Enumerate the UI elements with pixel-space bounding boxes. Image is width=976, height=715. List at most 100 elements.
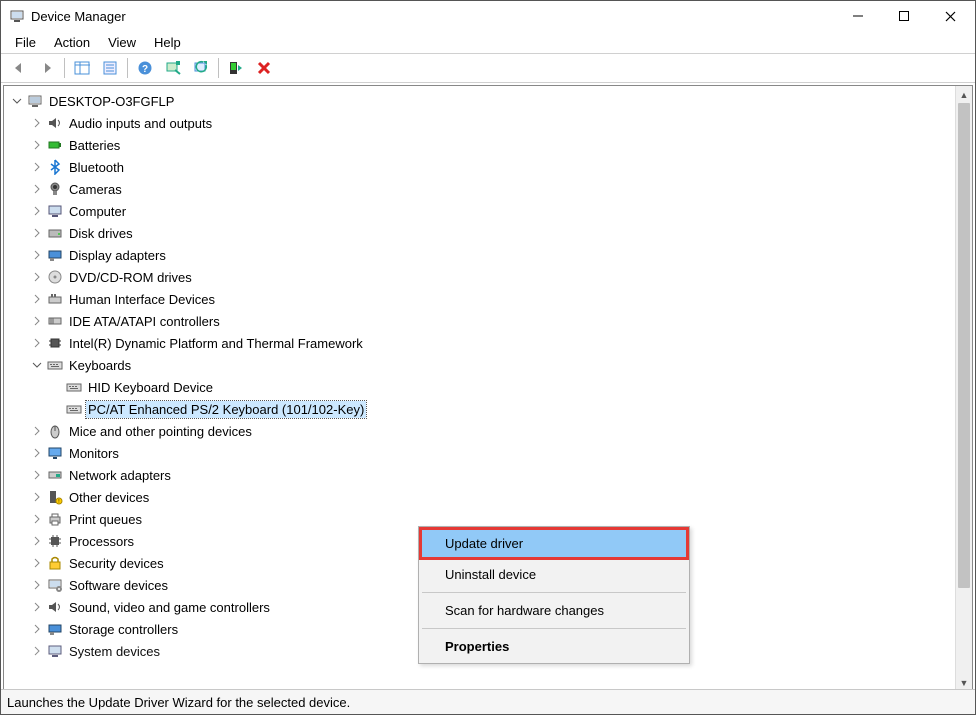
ctx-update-driver[interactable]: Update driver [419, 527, 689, 560]
hid-icon [47, 291, 63, 307]
twisty-collapsed-icon[interactable] [30, 512, 44, 526]
display-adapter-icon [47, 247, 63, 263]
vertical-scrollbar[interactable]: ▲ ▼ [955, 86, 972, 691]
twisty-collapsed-icon[interactable] [30, 226, 44, 240]
tree-item[interactable]: Cameras [6, 178, 970, 200]
properties-button[interactable] [97, 55, 123, 81]
tree-item[interactable]: Audio inputs and outputs [6, 112, 970, 134]
twisty-expanded-icon[interactable] [30, 358, 44, 372]
tree-item-label: Other devices [67, 489, 151, 506]
back-button[interactable] [6, 55, 32, 81]
tree-item[interactable]: Monitors [6, 442, 970, 464]
camera-icon [47, 181, 63, 197]
device-manager-icon [9, 8, 25, 24]
tree-item-label: Audio inputs and outputs [67, 115, 214, 132]
tree-item-label: Human Interface Devices [67, 291, 217, 308]
twisty-collapsed-icon[interactable] [30, 578, 44, 592]
tree-item-keyboards[interactable]: Keyboards [6, 354, 970, 376]
menu-help[interactable]: Help [146, 33, 189, 52]
dvd-icon [47, 269, 63, 285]
twisty-collapsed-icon[interactable] [30, 644, 44, 658]
twisty-collapsed-icon[interactable] [30, 204, 44, 218]
ctx-properties[interactable]: Properties [421, 632, 687, 661]
tree-item-label: Disk drives [67, 225, 135, 242]
bluetooth-icon [47, 159, 63, 175]
tree-item-hid-keyboard[interactable]: HID Keyboard Device [6, 376, 970, 398]
svg-text:!: ! [58, 499, 59, 505]
twisty-collapsed-icon[interactable] [30, 534, 44, 548]
scrollbar-track[interactable] [956, 103, 972, 674]
twisty-collapsed-icon[interactable] [30, 314, 44, 328]
maximize-button[interactable] [881, 1, 927, 31]
twisty-collapsed-icon[interactable] [30, 182, 44, 196]
uninstall-device-button[interactable] [251, 55, 277, 81]
tree-item-label: PC/AT Enhanced PS/2 Keyboard (101/102-Ke… [86, 401, 366, 418]
other-devices-icon: ! [47, 489, 63, 505]
tree-item[interactable]: Display adapters [6, 244, 970, 266]
tree-item-label: Security devices [67, 555, 166, 572]
twisty-expanded-icon[interactable] [10, 94, 24, 108]
tree-item[interactable]: ! Other devices [6, 486, 970, 508]
tree-item[interactable]: Human Interface Devices [6, 288, 970, 310]
scan-hardware-button[interactable] [160, 55, 186, 81]
tree-item-psat-keyboard[interactable]: PC/AT Enhanced PS/2 Keyboard (101/102-Ke… [6, 398, 970, 420]
twisty-collapsed-icon[interactable] [30, 292, 44, 306]
tree-item[interactable]: Mice and other pointing devices [6, 420, 970, 442]
tree-item[interactable]: DVD/CD-ROM drives [6, 266, 970, 288]
show-hide-tree-button[interactable] [69, 55, 95, 81]
twisty-collapsed-icon[interactable] [30, 116, 44, 130]
tree-item-label: DVD/CD-ROM drives [67, 269, 194, 286]
twisty-collapsed-icon[interactable] [30, 622, 44, 636]
enable-device-button[interactable] [223, 55, 249, 81]
scroll-up-button[interactable]: ▲ [956, 86, 972, 103]
twisty-collapsed-icon[interactable] [30, 468, 44, 482]
printer-icon [47, 511, 63, 527]
close-button[interactable] [927, 1, 973, 31]
tree-item-label: Processors [67, 533, 136, 550]
sound-icon [47, 599, 63, 615]
tree-item[interactable]: Computer [6, 200, 970, 222]
storage-icon [47, 621, 63, 637]
menu-view[interactable]: View [100, 33, 144, 52]
tree-item[interactable]: Batteries [6, 134, 970, 156]
twisty-collapsed-icon[interactable] [30, 248, 44, 262]
window-title: Device Manager [31, 9, 126, 24]
twisty-collapsed-icon[interactable] [30, 490, 44, 504]
tree-item[interactable]: Network adapters [6, 464, 970, 486]
help-button[interactable]: ? [132, 55, 158, 81]
tree-item-label: Cameras [67, 181, 124, 198]
tree-item[interactable]: Bluetooth [6, 156, 970, 178]
twisty-collapsed-icon[interactable] [30, 270, 44, 284]
twisty-collapsed-icon[interactable] [30, 424, 44, 438]
twisty-collapsed-icon[interactable] [30, 556, 44, 570]
scrollbar-thumb[interactable] [958, 103, 970, 588]
tree-item[interactable]: Disk drives [6, 222, 970, 244]
tree-item[interactable]: Intel(R) Dynamic Platform and Thermal Fr… [6, 332, 970, 354]
tree-item-label: IDE ATA/ATAPI controllers [67, 313, 222, 330]
tree-item[interactable]: IDE ATA/ATAPI controllers [6, 310, 970, 332]
twisty-collapsed-icon[interactable] [30, 138, 44, 152]
audio-icon [47, 115, 63, 131]
ctx-scan-hardware[interactable]: Scan for hardware changes [421, 596, 687, 625]
update-driver-button[interactable] [188, 55, 214, 81]
twisty-collapsed-icon[interactable] [30, 446, 44, 460]
menu-action[interactable]: Action [46, 33, 98, 52]
tree-item-label: Print queues [67, 511, 144, 528]
monitor-icon [47, 445, 63, 461]
system-device-icon [47, 643, 63, 659]
forward-button[interactable] [34, 55, 60, 81]
toolbar: ? [1, 53, 975, 83]
menu-file[interactable]: File [7, 33, 44, 52]
tree-item-label: Intel(R) Dynamic Platform and Thermal Fr… [67, 335, 365, 352]
statusbar: Launches the Update Driver Wizard for th… [1, 689, 975, 714]
twisty-collapsed-icon[interactable] [30, 160, 44, 174]
tree-item-label: HID Keyboard Device [86, 379, 215, 396]
minimize-button[interactable] [835, 1, 881, 31]
twisty-collapsed-icon[interactable] [30, 600, 44, 614]
ide-icon [47, 313, 63, 329]
tree-root[interactable]: DESKTOP-O3FGFLP [6, 90, 970, 112]
twisty-collapsed-icon[interactable] [30, 336, 44, 350]
toolbar-separator [218, 58, 219, 78]
processor-icon [47, 533, 63, 549]
ctx-uninstall-device[interactable]: Uninstall device [421, 560, 687, 589]
